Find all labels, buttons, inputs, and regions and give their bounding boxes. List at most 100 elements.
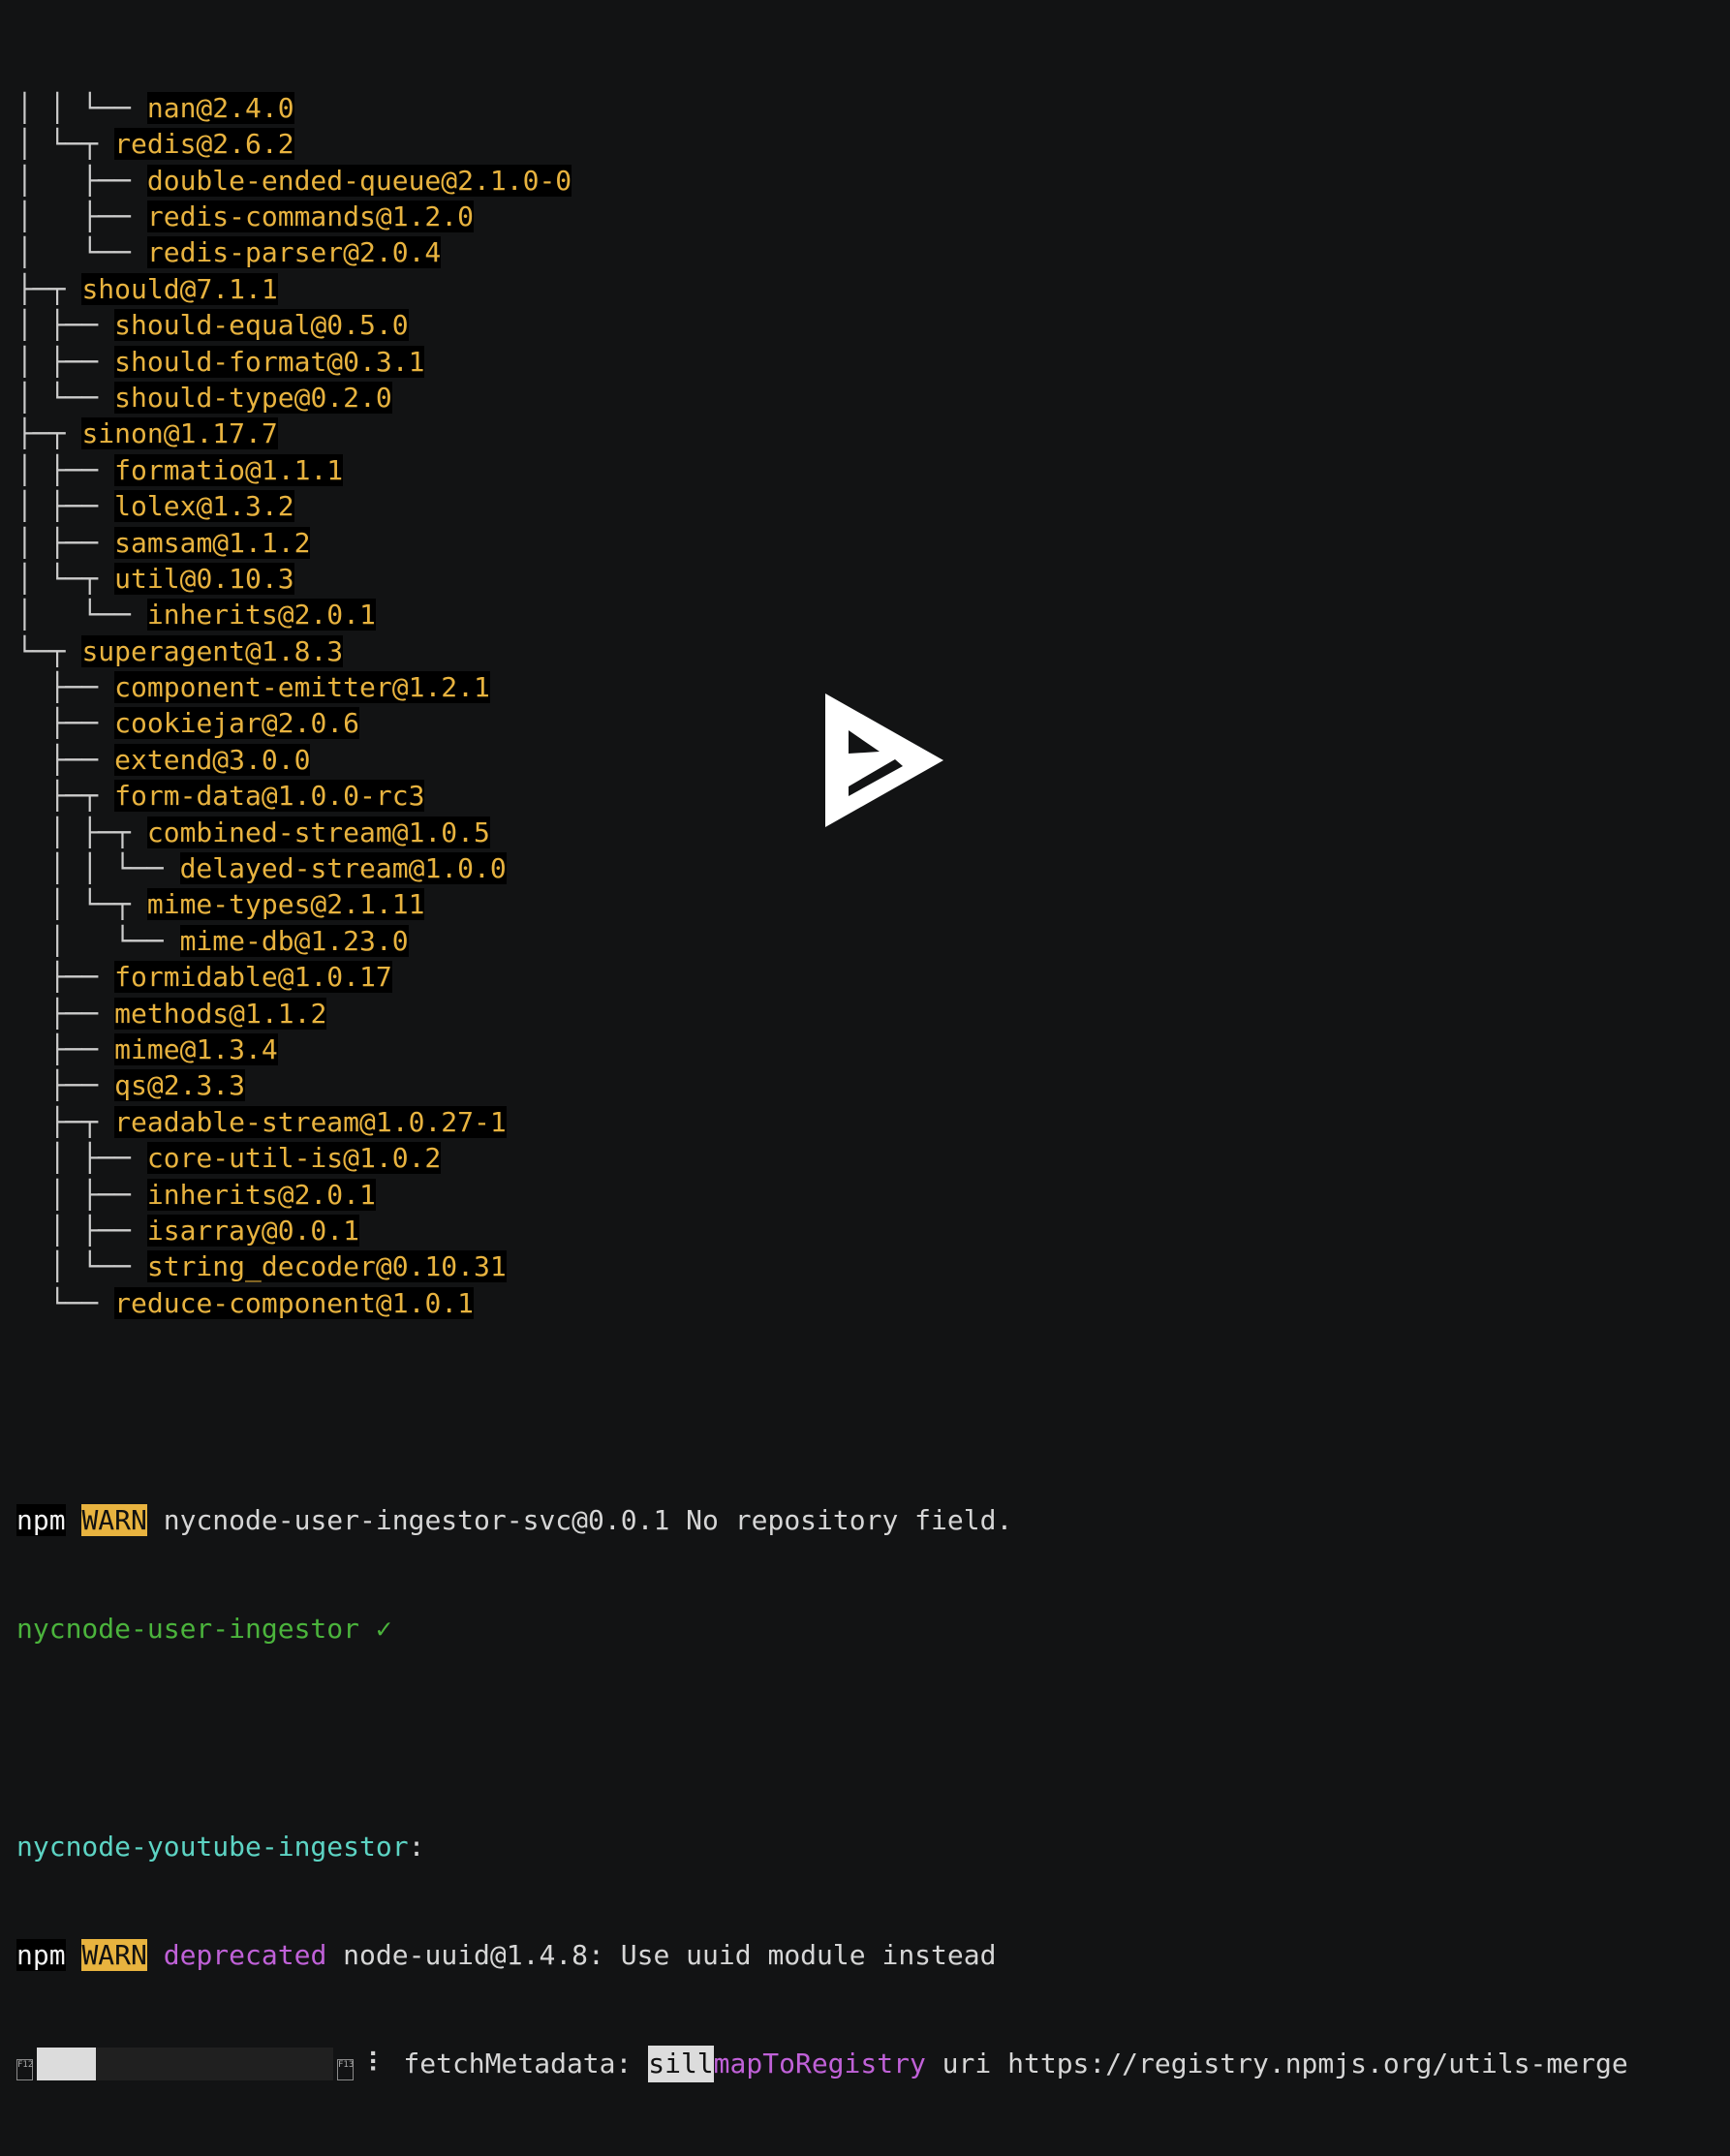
tree-row: ├── cookiejar@2.0.6 xyxy=(16,705,1628,741)
package-name: methods@1.1.2 xyxy=(114,997,327,1030)
tree-branch: ├── xyxy=(16,707,115,740)
tree-row: │ ├── core-util-is@1.0.2 xyxy=(16,1140,1628,1176)
section-name: nycnode-youtube-ingestor xyxy=(16,1830,409,1863)
package-name: cookiejar@2.0.6 xyxy=(114,707,360,740)
tree-row: │ ├── redis-commands@1.2.0 xyxy=(16,199,1628,234)
deprecated-label: deprecated xyxy=(163,1938,327,1971)
tree-branch: │ ├── xyxy=(16,200,147,232)
tree-row: │ └─┬ util@0.10.3 xyxy=(16,561,1628,597)
tree-branch: │ ├── xyxy=(16,453,115,486)
fetch-label: fetchMetadata: xyxy=(386,2048,649,2080)
tree-branch: ├─┬ xyxy=(16,780,115,813)
package-name: lolex@1.3.2 xyxy=(114,490,294,523)
tree-branch: │ ├── xyxy=(16,526,115,559)
tree-row: │ ├── isarray@0.0.1 xyxy=(16,1213,1628,1248)
tree-branch: ├─┬ xyxy=(16,272,82,305)
package-name: formatio@1.1.1 xyxy=(114,453,344,486)
package-name: readable-stream@1.0.27-1 xyxy=(114,1105,507,1138)
tree-row: ├─┬ sinon@1.17.7 xyxy=(16,416,1628,451)
npm-deprecated-line: npm WARN deprecated node-uuid@1.4.8: Use… xyxy=(16,1937,1628,1973)
package-name: inherits@2.0.1 xyxy=(146,1178,376,1211)
tree-row: ├── mime@1.3.4 xyxy=(16,1032,1628,1067)
section-colon: : xyxy=(408,1830,425,1863)
tree-branch: │ ├── xyxy=(16,309,115,342)
tree-branch: └─┬ xyxy=(16,634,82,667)
tree-branch: │ │ └── xyxy=(16,91,147,124)
tree-branch: │ └─┬ xyxy=(16,888,147,921)
log-level-badge: sill xyxy=(648,2046,714,2082)
dependency-tree: │ │ └── nan@2.4.0 │ └─┬ redis@2.6.2 │ ├── … xyxy=(16,90,1628,1321)
package-name: mime-types@2.1.11 xyxy=(146,888,425,921)
tree-row: │ ├── samsam@1.1.2 xyxy=(16,525,1628,561)
tree-branch: │ ├── xyxy=(16,1214,147,1247)
tree-row: │ ├── double-ended-queue@2.1.0-0 xyxy=(16,163,1628,199)
tree-branch: │ ├── xyxy=(16,164,147,197)
tree-branch: │ └─┬ xyxy=(16,562,115,595)
tree-row: │ ├── inherits@2.0.1 xyxy=(16,1177,1628,1213)
tree-row: └─┬ superagent@1.8.3 xyxy=(16,633,1628,669)
success-line: nycnode-user-ingestor ✓ xyxy=(16,1613,392,1646)
tree-row: │ └── mime-db@1.23.0 xyxy=(16,923,1628,959)
progress-line: F12 F13 ⠇ fetchMetadata: sill mapToRegis… xyxy=(16,2046,1628,2082)
package-name: superagent@1.8.3 xyxy=(81,634,344,667)
package-name: extend@3.0.0 xyxy=(114,743,311,776)
tree-branch: ├── xyxy=(16,743,115,776)
package-name: samsam@1.1.2 xyxy=(114,526,311,559)
section-header: nycnode-youtube-ingestor: xyxy=(16,1829,1628,1864)
package-name: nan@2.4.0 xyxy=(146,91,294,124)
tree-row: │ │ └── delayed-stream@1.0.0 xyxy=(16,850,1628,886)
tree-branch: ├─┬ xyxy=(16,417,82,450)
npm-tag: npm xyxy=(16,1504,66,1537)
package-name: component-emitter@1.2.1 xyxy=(114,671,490,704)
tree-row: │ ├── lolex@1.3.2 xyxy=(16,488,1628,524)
progress-right-glyph: F13 xyxy=(337,2058,354,2080)
package-name: string_decoder@0.10.31 xyxy=(146,1250,507,1283)
tree-branch: │ │ └── xyxy=(16,852,180,885)
npm-tag: npm xyxy=(16,1938,66,1971)
tree-row: ├── extend@3.0.0 xyxy=(16,742,1628,778)
spinner-glyph: ⠇ xyxy=(367,2048,387,2080)
tree-row: ├─┬ readable-stream@1.0.27-1 xyxy=(16,1104,1628,1140)
tree-row: ├─┬ should@7.1.1 xyxy=(16,271,1628,307)
tree-row: │ └── should-type@0.2.0 xyxy=(16,380,1628,416)
progress-left-glyph: F12 xyxy=(16,2058,33,2080)
warn-message: nycnode-user-ingestor-svc@0.0.1 No repos… xyxy=(146,1504,1013,1537)
package-name: double-ended-queue@2.1.0-0 xyxy=(146,164,572,197)
tree-branch: │ └── xyxy=(16,599,147,631)
package-name: should@7.1.1 xyxy=(81,272,278,305)
package-name: should-type@0.2.0 xyxy=(114,381,392,414)
warn-tag: WARN xyxy=(81,1938,147,1971)
tree-branch: │ └── xyxy=(16,1250,147,1283)
progress-fill xyxy=(37,2047,97,2080)
tree-row: │ └── string_decoder@0.10.31 xyxy=(16,1248,1628,1284)
tree-branch: │ ├── xyxy=(16,345,115,378)
package-name: redis@2.6.2 xyxy=(114,128,294,161)
package-name: redis-parser@2.0.4 xyxy=(146,236,442,269)
package-name: isarray@0.0.1 xyxy=(146,1214,360,1247)
fetch-uri: uri https://registry.npmjs.org/utils-mer… xyxy=(925,2048,1628,2080)
tree-row: │ └── redis-parser@2.0.4 xyxy=(16,234,1628,270)
tree-row: │ ├─┬ combined-stream@1.0.5 xyxy=(16,815,1628,850)
tree-branch: ├─┬ xyxy=(16,1105,115,1138)
tree-branch: ├── xyxy=(16,961,115,994)
tree-row: │ └─┬ redis@2.6.2 xyxy=(16,126,1628,162)
tree-row: ├── qs@2.3.3 xyxy=(16,1067,1628,1103)
package-name: core-util-is@1.0.2 xyxy=(146,1142,442,1175)
npm-warn-line: npm WARN nycnode-user-ingestor-svc@0.0.1… xyxy=(16,1502,1628,1538)
tree-branch: │ └── xyxy=(16,236,147,269)
tree-branch: ├── xyxy=(16,997,115,1030)
tree-branch: │ └── xyxy=(16,381,115,414)
tree-branch: │ └── xyxy=(16,924,180,957)
tree-row: ├── methods@1.1.2 xyxy=(16,996,1628,1032)
tree-row: │ └── inherits@2.0.1 xyxy=(16,597,1628,632)
tree-branch: ├── xyxy=(16,671,115,704)
package-name: mime@1.3.4 xyxy=(114,1032,278,1065)
play-icon[interactable] xyxy=(825,693,943,827)
package-name: formidable@1.0.17 xyxy=(114,961,392,994)
tree-branch: └── xyxy=(16,1286,115,1319)
tree-branch: ├── xyxy=(16,1032,115,1065)
tree-row: │ ├── should-format@0.3.1 xyxy=(16,344,1628,380)
tree-row: │ │ └── nan@2.4.0 xyxy=(16,90,1628,126)
